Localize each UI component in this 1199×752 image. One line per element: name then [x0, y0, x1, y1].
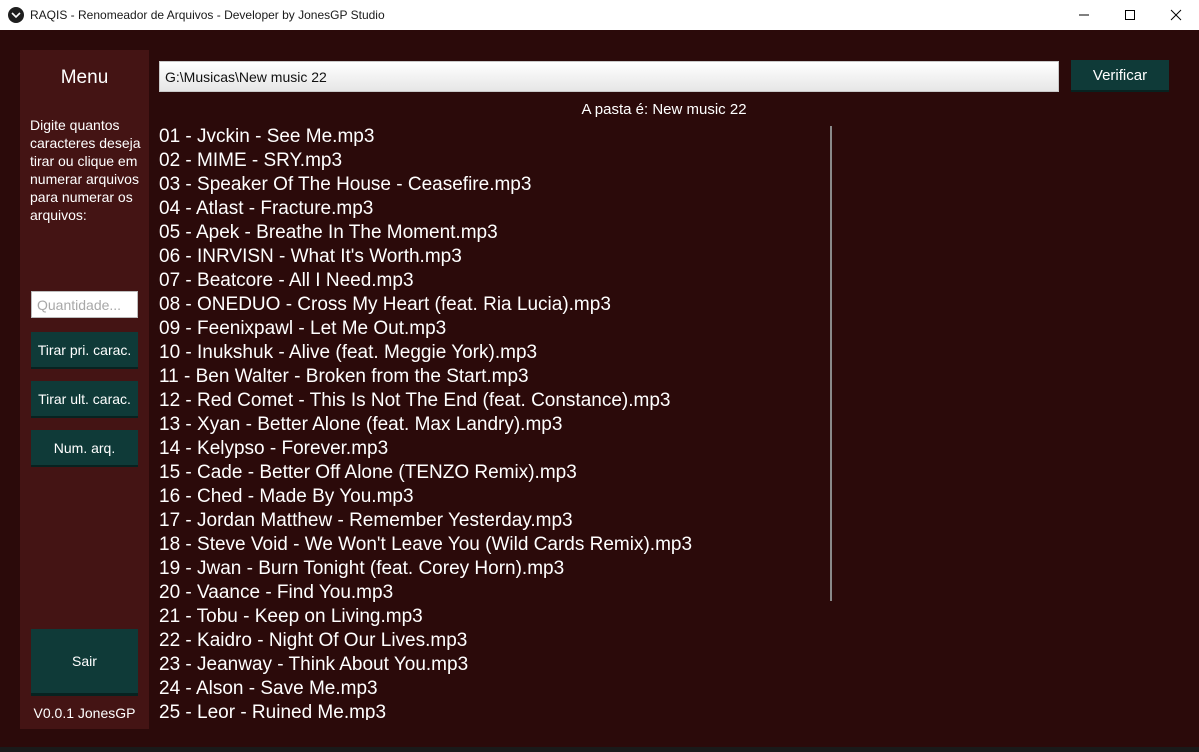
- file-list-item[interactable]: 22 - Kaidro - Night Of Our Lives.mp3: [159, 629, 829, 653]
- window-title: RAQIS - Renomeador de Arquivos - Develop…: [30, 8, 385, 22]
- exit-button[interactable]: Sair: [31, 629, 138, 696]
- file-list-item[interactable]: 19 - Jwan - Burn Tonight (feat. Corey Ho…: [159, 557, 829, 581]
- file-list-item[interactable]: 21 - Tobu - Keep on Living.mp3: [159, 605, 829, 629]
- file-list-item[interactable]: 02 - MIME - SRY.mp3: [159, 149, 829, 173]
- file-list-item[interactable]: 15 - Cade - Better Off Alone (TENZO Remi…: [159, 461, 829, 485]
- window-bottom-edge: [0, 747, 1199, 752]
- app-body: Menu Digite quantos caracteres deseja ti…: [0, 30, 1199, 752]
- file-list-item[interactable]: 17 - Jordan Matthew - Remember Yesterday…: [159, 509, 829, 533]
- file-list-item[interactable]: 23 - Jeanway - Think About You.mp3: [159, 653, 829, 677]
- title-bar: RAQIS - Renomeador de Arquivos - Develop…: [0, 0, 1199, 30]
- close-button[interactable]: [1153, 0, 1199, 30]
- file-list-item[interactable]: 09 - Feenixpawl - Let Me Out.mp3: [159, 317, 829, 341]
- file-list-item[interactable]: 11 - Ben Walter - Broken from the Start.…: [159, 365, 829, 389]
- file-list-item[interactable]: 25 - Leor - Ruined Me.mp3: [159, 701, 829, 720]
- file-list-item[interactable]: 13 - Xyan - Better Alone (feat. Max Land…: [159, 413, 829, 437]
- file-list-item[interactable]: 05 - Apek - Breathe In The Moment.mp3: [159, 221, 829, 245]
- file-list-item[interactable]: 07 - Beatcore - All I Need.mp3: [159, 269, 829, 293]
- verify-button[interactable]: Verificar: [1071, 60, 1169, 92]
- number-files-button[interactable]: Num. arq.: [31, 430, 138, 467]
- remove-last-chars-button[interactable]: Tirar ult. carac.: [31, 381, 138, 418]
- file-list-item[interactable]: 20 - Vaance - Find You.mp3: [159, 581, 829, 605]
- app-logo-icon: [8, 7, 24, 23]
- file-list-item[interactable]: 14 - Kelypso - Forever.mp3: [159, 437, 829, 461]
- remove-first-chars-button[interactable]: Tirar pri. carac.: [31, 332, 138, 369]
- menu-title: Menu: [60, 67, 109, 88]
- file-list-item[interactable]: 08 - ONEDUO - Cross My Heart (feat. Ria …: [159, 293, 829, 317]
- folder-name-label: A pasta é: New music 22: [581, 101, 747, 118]
- file-list-item[interactable]: 01 - Jvckin - See Me.mp3: [159, 125, 829, 149]
- quantity-input[interactable]: [31, 291, 138, 318]
- folder-path-input[interactable]: [159, 61, 1059, 92]
- file-list-item[interactable]: 18 - Steve Void - We Won't Leave You (Wi…: [159, 533, 829, 557]
- file-list-scrollbar[interactable]: [830, 126, 832, 601]
- file-list-item[interactable]: 03 - Speaker Of The House - Ceasefire.mp…: [159, 173, 829, 197]
- version-label: V0.0.1 JonesGP: [33, 705, 136, 721]
- maximize-icon: [1125, 10, 1135, 20]
- window-controls: [1061, 0, 1199, 30]
- file-list-item[interactable]: 24 - Alson - Save Me.mp3: [159, 677, 829, 701]
- file-list-item[interactable]: 06 - INRVISN - What It's Worth.mp3: [159, 245, 829, 269]
- menu-description: Digite quantos caracteres deseja tirar o…: [30, 117, 141, 223]
- sidebar-menu: Menu Digite quantos caracteres deseja ti…: [20, 50, 149, 729]
- minimize-button[interactable]: [1061, 0, 1107, 30]
- file-list-item[interactable]: 04 - Atlast - Fracture.mp3: [159, 197, 829, 221]
- file-list[interactable]: 01 - Jvckin - See Me.mp3 02 - MIME - SRY.…: [159, 125, 829, 720]
- close-icon: [1170, 9, 1182, 21]
- file-list-item[interactable]: 12 - Red Comet - This Is Not The End (fe…: [159, 389, 829, 413]
- minimize-icon: [1079, 14, 1089, 16]
- maximize-button[interactable]: [1107, 0, 1153, 30]
- file-list-item[interactable]: 16 - Ched - Made By You.mp3: [159, 485, 829, 509]
- file-list-item[interactable]: 10 - Inukshuk - Alive (feat. Meggie York…: [159, 341, 829, 365]
